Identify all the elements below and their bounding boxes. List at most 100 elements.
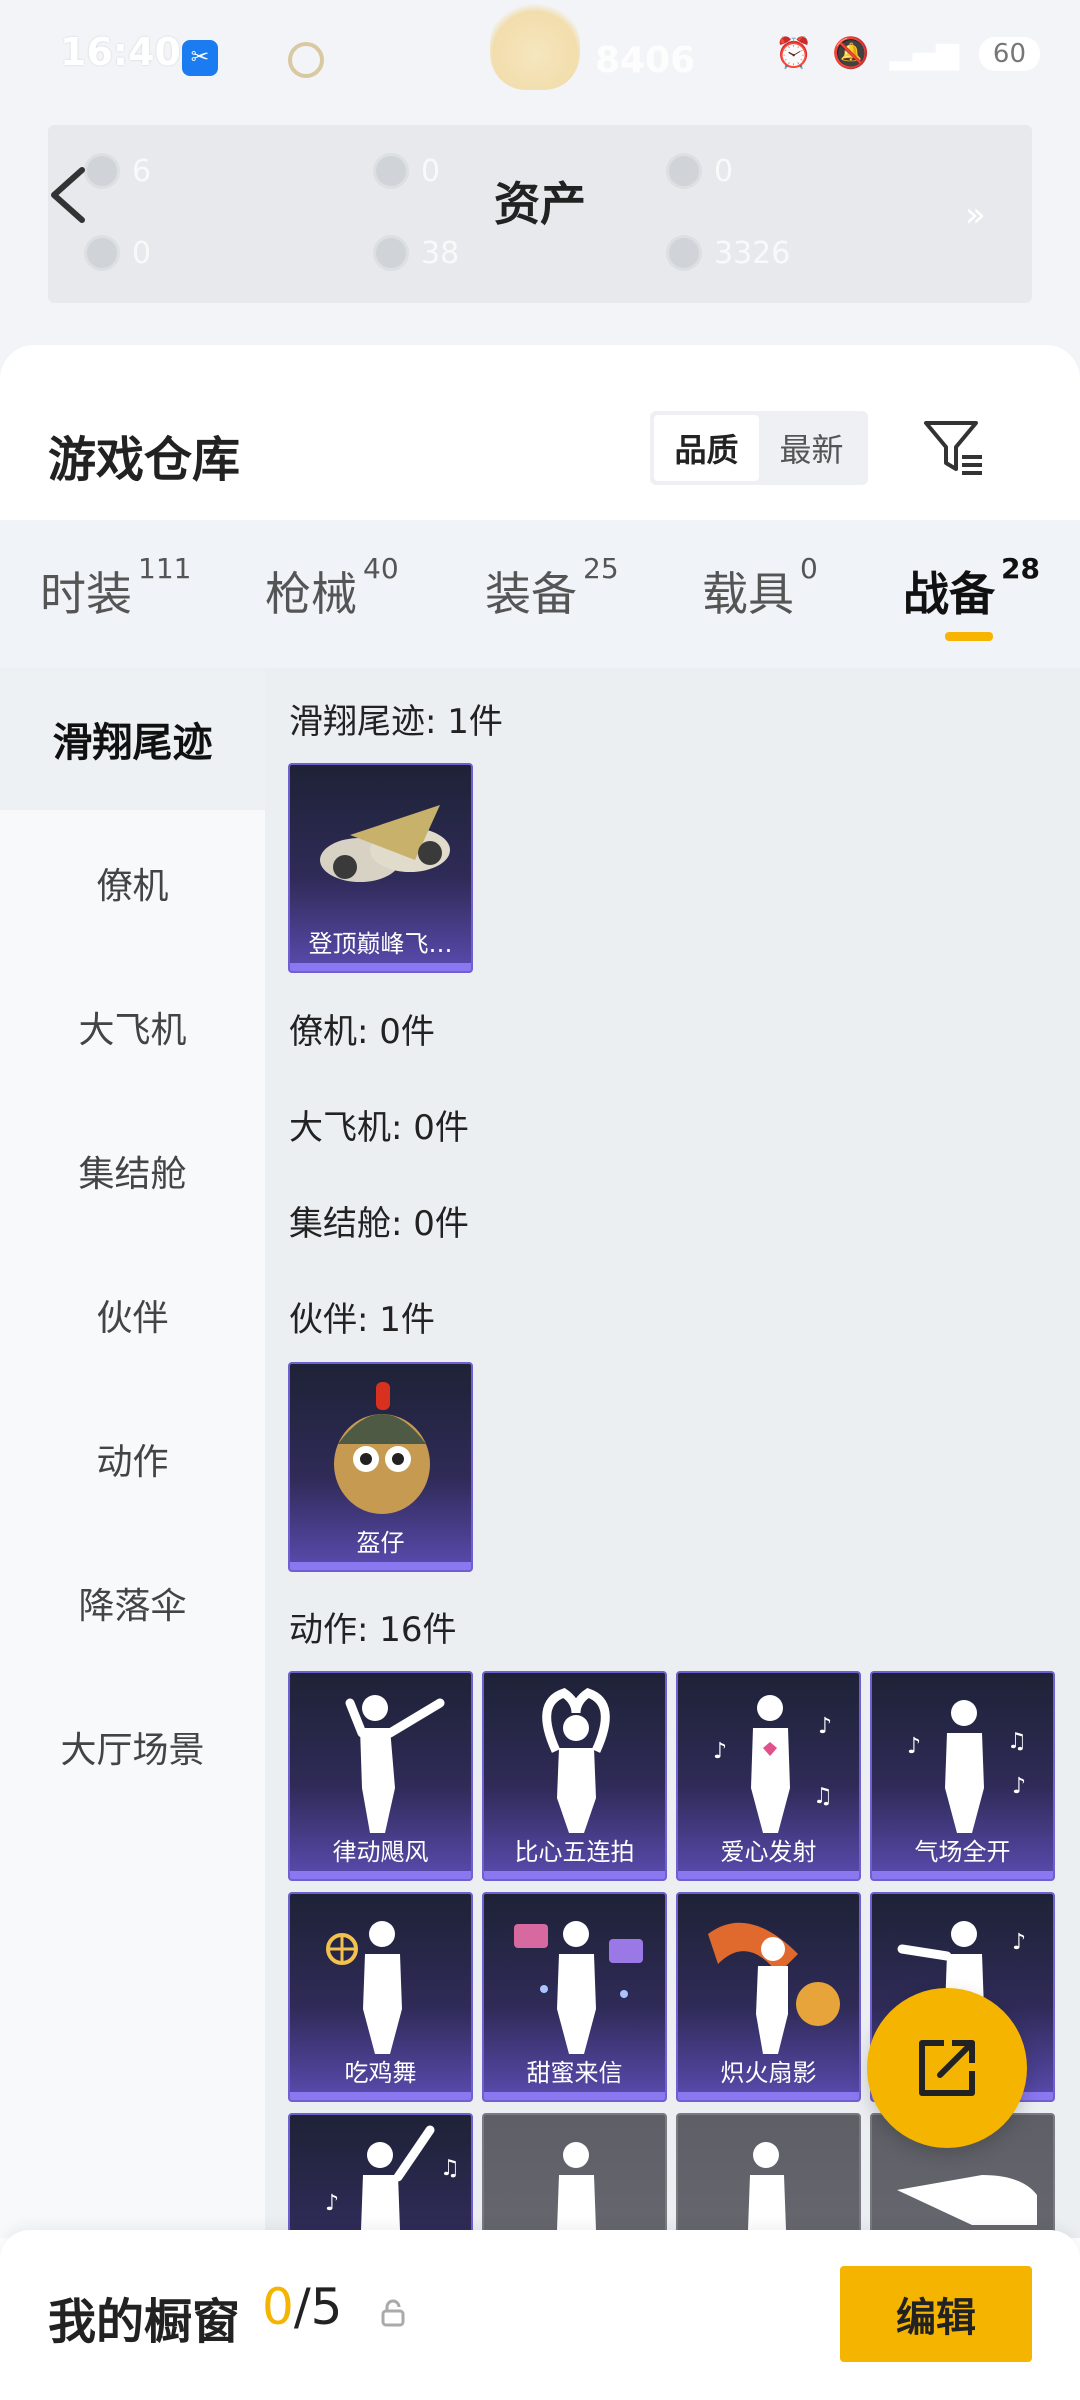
sidebar-item-plane[interactable]: 大飞机 (0, 956, 265, 1098)
tab-label: 枪械 (265, 567, 357, 621)
mute-icon: 🔕 (832, 36, 870, 71)
sidebar-item-pod[interactable]: 集结舱 (0, 1100, 265, 1242)
tab-count: 25 (583, 552, 619, 585)
filter-button[interactable] (920, 415, 986, 481)
showcase-current: 0 (262, 2278, 294, 2336)
sidebar-item-partner[interactable]: 伙伴 (0, 1244, 265, 1386)
item-name: 吃鸡舞 (344, 2059, 417, 2087)
item-card-locked[interactable] (676, 2113, 861, 2238)
emote-figure-art (542, 1688, 610, 1833)
tab-count: 28 (1001, 552, 1040, 585)
tab-fashion[interactable]: 时装 111 (40, 552, 191, 624)
svg-text:♪: ♪ (713, 1739, 727, 1764)
status-time: 16:40 (60, 30, 181, 74)
emote-figure-art (748, 2142, 786, 2238)
showcase-bar: 我的橱窗 0/5 编辑 (0, 2230, 1080, 2400)
item-name: 比心五连拍 (514, 1838, 635, 1866)
svg-text:♪: ♪ (1012, 1774, 1026, 1799)
sidebar-item-glide-trail[interactable]: 滑翔尾迹 (0, 668, 265, 810)
partner-art (334, 1382, 430, 1514)
item-name: 气场全开 (914, 1838, 1011, 1866)
tab-label: 装备 (485, 567, 577, 621)
item-card[interactable]: 比心五连拍 (482, 1671, 667, 1881)
status-bar: 16:40 ✂ 8406 ⏰ 🔕 ▂▄▆ 60 (0, 0, 1080, 110)
section-label: 伙伴: 1件 (289, 1300, 435, 1340)
item-card[interactable]: 盔仔 (288, 1362, 473, 1572)
status-score: 8406 (595, 40, 696, 81)
tab-label: 时装 (40, 567, 132, 621)
tab-count: 0 (800, 552, 818, 585)
tab-vehicles[interactable]: 载具 0 (702, 552, 818, 624)
svg-text:♫: ♫ (1007, 1729, 1027, 1754)
sort-quality-button[interactable]: 品质 (654, 415, 759, 481)
signal-icon: ▂▄▆ (889, 36, 959, 71)
item-card[interactable]: ♪ ♫ ♪ 气场全开 (870, 1671, 1055, 1881)
item-name: 律动飓风 (332, 1838, 429, 1866)
asset-value: 3326 (714, 235, 791, 271)
silver-coin-icon (373, 235, 409, 271)
tab-count: 40 (363, 552, 399, 585)
item-card[interactable]: 登顶巅峰飞… (288, 763, 473, 973)
tab-label: 载具 (702, 567, 794, 621)
share-button[interactable] (867, 1988, 1027, 2148)
emote-figure-art (708, 1922, 840, 2054)
svg-text:♫: ♫ (813, 1784, 833, 1809)
item-card[interactable]: 吃鸡舞 (288, 1892, 473, 2102)
asset-item: 3326 (666, 235, 790, 271)
showcase-label: 我的橱窗 (48, 2294, 241, 2350)
emote-figure-art: ♪ ♫ ♪ (907, 1700, 1027, 1833)
item-name: 甜蜜来信 (526, 2059, 623, 2087)
filter-icon (924, 421, 982, 475)
alarm-icon: ⏰ (774, 36, 813, 71)
item-name: 炽火扇影 (720, 2059, 817, 2087)
section-label: 僚机: 0件 (289, 1012, 435, 1052)
item-card[interactable]: ♪ ♫ (288, 2113, 473, 2238)
asset-item: 38 (373, 235, 459, 271)
item-card[interactable]: 甜蜜来信 (482, 1892, 667, 2102)
page-title: 资产 (494, 177, 586, 231)
sort-toggle: 品质 最新 (650, 411, 868, 485)
item-card[interactable]: ♪ ♪ ♫ 爱心发射 (676, 1671, 861, 1881)
item-card-locked[interactable] (482, 2113, 667, 2238)
emote-figure-art (514, 1921, 643, 2054)
tab-equipment[interactable]: 装备 25 (485, 552, 619, 624)
battery-indicator: 60 (978, 36, 1040, 71)
card-icon (84, 235, 120, 271)
section-label: 滑翔尾迹: 1件 (289, 702, 503, 742)
svg-text:♫: ♫ (440, 2156, 460, 2181)
emote-figure-art (345, 1695, 445, 1833)
tab-weapons[interactable]: 枪械 40 (265, 552, 399, 624)
app-notification-icon: ✂ (182, 40, 218, 76)
category-tabs: 时装 111 枪械 40 装备 25 载具 0 战备 28 (0, 520, 1080, 668)
sidebar-item-emote[interactable]: 动作 (0, 1388, 265, 1530)
sidebar-item-parachute[interactable]: 降落伞 (0, 1532, 265, 1674)
bronze-coin-icon (666, 235, 702, 271)
svg-text:♪: ♪ (1012, 1930, 1026, 1955)
svg-text:♪: ♪ (818, 1714, 832, 1739)
sort-newest-button[interactable]: 最新 (759, 415, 864, 481)
section-label: 动作: 16件 (289, 1610, 457, 1650)
emote-figure-art: ♪ ♪ ♫ (713, 1695, 833, 1833)
svg-text:♪: ♪ (907, 1734, 921, 1759)
sidebar: 滑翔尾迹 僚机 大飞机 集结舱 伙伴 动作 降落伞 大厅场景 (0, 668, 265, 2238)
sidebar-item-wingman[interactable]: 僚机 (0, 812, 265, 954)
tab-label: 战备 (903, 567, 995, 621)
medal-icon (288, 42, 324, 78)
tab-battle-prep[interactable]: 战备 28 (903, 552, 1040, 641)
section-label: 大飞机: 0件 (289, 1108, 469, 1148)
emote-figure-art (326, 1921, 402, 2054)
edit-button[interactable]: 编辑 (840, 2266, 1032, 2362)
warehouse-title: 游戏仓库 (48, 432, 241, 488)
system-icons: ⏰ 🔕 ▂▄▆ 60 (775, 36, 1040, 71)
svg-text:♪: ♪ (325, 2191, 339, 2216)
item-card[interactable]: 律动飓风 (288, 1671, 473, 1881)
section-label: 集结舱: 0件 (289, 1204, 469, 1244)
emote-figure-art (557, 2142, 596, 2238)
sidebar-item-lobby-scene[interactable]: 大厅场景 (0, 1676, 265, 1818)
share-icon (919, 2040, 975, 2096)
emote-figure-art: ♪♫ (325, 2125, 460, 2238)
lock-icon (381, 2299, 405, 2327)
asset-value: 0 (132, 235, 152, 271)
item-name: 登顶巅峰飞… (308, 930, 453, 958)
item-card[interactable]: 炽火扇影 (676, 1892, 861, 2102)
